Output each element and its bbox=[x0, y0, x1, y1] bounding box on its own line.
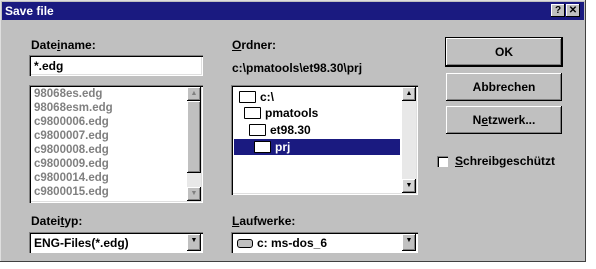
title-bar: Save file ? ✕ bbox=[2, 2, 584, 20]
drive-icon bbox=[237, 239, 253, 249]
save-file-dialog: Save file ? ✕ Dateiname: *.edg 98068es.e… bbox=[0, 0, 586, 262]
scroll-up-arrow-icon[interactable]: ▲ bbox=[402, 87, 416, 101]
network-button[interactable]: Netzwerk... bbox=[446, 106, 562, 134]
file-item[interactable]: c9800015.edg bbox=[34, 186, 109, 199]
open-folder-icon bbox=[254, 140, 271, 153]
chevron-down-icon[interactable]: ▼ bbox=[187, 234, 201, 251]
file-item[interactable]: c9800008.edg bbox=[34, 144, 109, 157]
scroll-up-arrow-icon[interactable]: ▲ bbox=[187, 87, 201, 101]
folder-label: Ordner: bbox=[232, 38, 277, 52]
open-folder-icon bbox=[239, 90, 256, 103]
file-item[interactable]: c9800006.edg bbox=[34, 116, 109, 129]
folder-item[interactable]: c:\ bbox=[239, 89, 274, 105]
file-list[interactable]: 98068es.edg 98068esm.edg c9800006.edg c9800… bbox=[29, 85, 203, 203]
folder-tree[interactable]: c:\ pmatools et98.30 prj ▲ ▼ bbox=[231, 85, 418, 195]
file-item[interactable]: c9800014.edg bbox=[34, 172, 109, 185]
scroll-down-arrow-icon[interactable]: ▼ bbox=[402, 179, 416, 193]
close-button[interactable]: ✕ bbox=[566, 4, 580, 17]
folder-item[interactable]: et98.30 bbox=[249, 122, 311, 138]
file-list-scrollbar[interactable]: ▲ ▼ bbox=[187, 87, 201, 201]
file-item[interactable]: c9800007.edg bbox=[34, 130, 109, 143]
filetype-value: ENG-Files(*.edg) bbox=[34, 236, 129, 250]
filename-label: Dateiname: bbox=[31, 38, 96, 52]
file-item[interactable]: 98068esm.edg bbox=[34, 102, 113, 115]
open-folder-icon bbox=[249, 123, 266, 136]
help-button[interactable]: ? bbox=[551, 4, 565, 17]
drive-value: c: ms-dos_6 bbox=[237, 236, 327, 250]
folder-tree-scrollbar[interactable]: ▲ ▼ bbox=[402, 87, 416, 193]
readonly-label[interactable]: Schreibgeschützt bbox=[455, 154, 555, 168]
file-item[interactable]: c9800009.edg bbox=[34, 158, 109, 171]
filetype-label: Dateityp: bbox=[31, 214, 83, 228]
drives-select[interactable]: c: ms-dos_6 ▼ bbox=[231, 232, 418, 253]
folder-item[interactable]: pmatools bbox=[244, 105, 318, 121]
readonly-checkbox[interactable] bbox=[437, 156, 448, 167]
scroll-down-arrow-icon[interactable]: ▼ bbox=[187, 187, 201, 201]
current-path: c:\pmatools\et98.30\prj bbox=[232, 61, 363, 75]
drives-label: Laufwerke: bbox=[232, 214, 296, 228]
chevron-down-icon[interactable]: ▼ bbox=[402, 234, 416, 251]
ok-button[interactable]: OK bbox=[446, 38, 562, 66]
window-title: Save file bbox=[5, 4, 54, 18]
filename-input[interactable]: *.edg bbox=[29, 55, 203, 76]
cancel-button[interactable]: Abbrechen bbox=[446, 73, 562, 101]
file-item[interactable]: 98068es.edg bbox=[34, 88, 102, 101]
filename-value: *.edg bbox=[34, 59, 64, 73]
scroll-thumb[interactable] bbox=[187, 101, 201, 173]
filetype-select[interactable]: ENG-Files(*.edg) ▼ bbox=[29, 232, 203, 253]
folder-item-selected[interactable]: prj bbox=[234, 139, 400, 155]
open-folder-icon bbox=[244, 106, 261, 119]
